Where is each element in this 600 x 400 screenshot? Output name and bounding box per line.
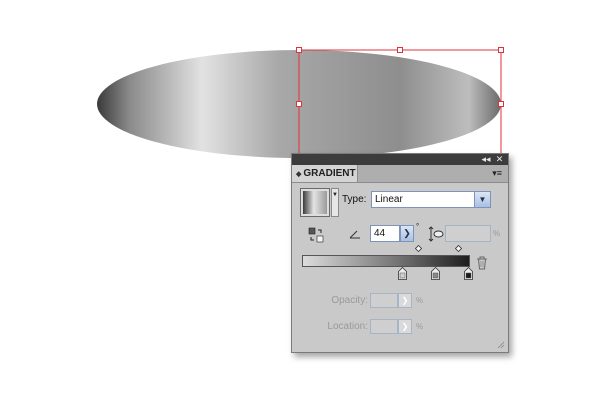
angle-icon — [349, 230, 360, 239]
resize-grip-icon[interactable] — [497, 341, 505, 349]
location-percent: % — [416, 322, 424, 331]
color-stop-icon[interactable] — [431, 267, 440, 280]
panel-title-bar[interactable]: ◂◂ ✕ — [292, 154, 508, 165]
midpoint-diamond-icon[interactable] — [455, 245, 462, 252]
chevron-right-icon: ❯ — [401, 322, 409, 331]
color-stop-icon[interactable] — [464, 267, 473, 280]
aspect-ratio-input[interactable] — [445, 225, 491, 242]
aspect-ratio-percent: % — [493, 229, 501, 238]
gradient-swatch-fill — [303, 191, 327, 214]
angle-value: 44 — [374, 228, 386, 239]
midpoint-diamond-icon[interactable] — [415, 245, 422, 252]
gradient-type-value: Linear — [375, 194, 403, 205]
angle-input[interactable]: 44 — [370, 225, 400, 242]
location-input[interactable] — [370, 319, 398, 334]
aspect-ratio-icon — [428, 226, 444, 242]
selection-handle[interactable] — [296, 47, 302, 53]
opacity-dropdown[interactable]: ❯ — [398, 293, 412, 308]
color-stop-icon[interactable] — [398, 267, 407, 280]
selection-handle[interactable] — [498, 47, 504, 53]
opacity-percent: % — [416, 296, 424, 305]
gradient-ramp[interactable] — [302, 255, 470, 267]
tab-expand-icon[interactable]: ◆ — [296, 171, 301, 178]
chevron-right-icon: ❯ — [403, 228, 411, 238]
tab-gradient-label: GRADIENT — [303, 168, 356, 179]
chevron-right-icon: ❯ — [401, 296, 409, 305]
gradient-swatch-dropdown[interactable]: ▼ — [331, 188, 339, 217]
tab-gradient[interactable]: ◆ GRADIENT — [292, 165, 358, 182]
panel-menu-icon[interactable]: ▾≡ — [492, 168, 502, 179]
chevron-down-icon[interactable]: ▼ — [474, 192, 490, 207]
selection-handle[interactable] — [296, 101, 302, 107]
type-label: Type: — [342, 194, 367, 205]
gradient-type-select[interactable]: Linear ▼ — [371, 191, 491, 208]
location-dropdown[interactable]: ❯ — [398, 319, 412, 334]
selection-handle[interactable] — [397, 47, 403, 53]
degree-symbol: ° — [416, 222, 420, 231]
chevron-down-icon: ▼ — [332, 192, 338, 198]
close-icon[interactable]: ✕ — [494, 154, 505, 165]
angle-dropdown[interactable]: ❯ — [400, 225, 414, 242]
opacity-input[interactable] — [370, 293, 398, 308]
gradient-panel: ◂◂ ✕ ◆ GRADIENT ▾≡ ▼ Type: Linear ▼ 44 ❯ … — [291, 153, 509, 353]
reverse-gradient-icon[interactable] — [308, 227, 324, 243]
opacity-label: Opacity: — [331, 295, 368, 306]
selection-handle[interactable] — [498, 101, 504, 107]
gradient-swatch[interactable] — [300, 188, 330, 217]
location-label: Location: — [327, 321, 368, 332]
panel-tab-row: ◆ GRADIENT ▾≡ — [292, 165, 508, 183]
trash-icon[interactable] — [476, 256, 488, 270]
collapse-panel-icon[interactable]: ◂◂ — [480, 154, 492, 165]
